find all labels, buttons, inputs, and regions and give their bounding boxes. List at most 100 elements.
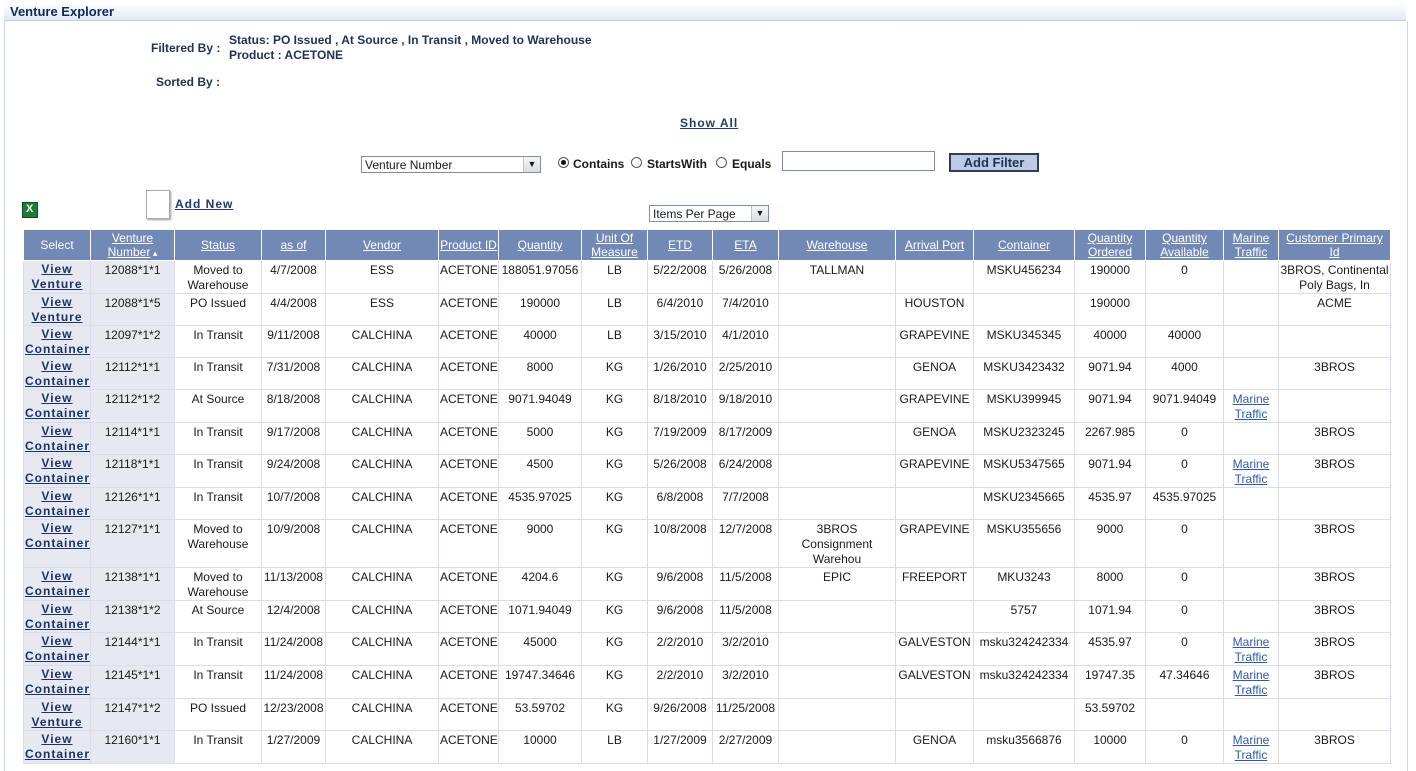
view-venture-link[interactable]: Venture — [25, 715, 89, 730]
column-header-label: as of — [280, 238, 307, 252]
venture-number-cell: 12144*1*1 — [90, 632, 175, 666]
view-container-link[interactable]: Container — [25, 374, 89, 389]
view-container-link[interactable]: Container — [25, 536, 89, 551]
quantity-available-cell: 9071.94049 — [1145, 389, 1224, 423]
view-link[interactable]: View — [25, 489, 89, 504]
view-container-link[interactable]: Container — [25, 439, 89, 454]
excel-export-icon[interactable] — [22, 202, 38, 218]
customer-primary-id-value: 3BROS — [1314, 733, 1355, 747]
view-container-link[interactable]: Container — [25, 504, 89, 519]
customer-primary-id-value: 3BROS — [1314, 570, 1355, 584]
vendor-cell: ESS — [325, 293, 439, 326]
view-container-link[interactable]: Container — [25, 406, 89, 421]
items-per-page-select[interactable]: Items Per Page ▼ — [649, 205, 769, 222]
product-id-value: ACETONE — [440, 635, 498, 649]
column-header-customer-primary-id[interactable]: Customer Primary Id — [1278, 229, 1391, 261]
column-header-warehouse[interactable]: Warehouse — [778, 229, 896, 261]
container-cell: MSKU2323245 — [973, 422, 1075, 455]
marine-traffic-cell — [1223, 357, 1279, 390]
column-header-label: Select — [40, 238, 74, 252]
column-header-as-of[interactable]: as of — [261, 229, 326, 261]
column-header-label: Customer Primary Id — [1286, 231, 1383, 259]
show-all-link[interactable]: Show All — [680, 116, 738, 130]
marine-traffic-link[interactable]: Marine Traffic — [1233, 457, 1270, 486]
marine-traffic-cell[interactable]: Marine Traffic — [1223, 389, 1279, 423]
select-cell: View Container — [23, 357, 91, 390]
marine-traffic-cell[interactable]: Marine Traffic — [1223, 730, 1279, 764]
column-header-marine-traffic[interactable]: Marine Traffic — [1223, 229, 1279, 261]
column-header-venture-number[interactable]: Venture Number ▴ — [90, 229, 175, 261]
venture-number-value: 12088*1*5 — [104, 296, 161, 310]
view-link[interactable]: View — [25, 295, 89, 310]
column-header-status[interactable]: Status — [174, 229, 262, 261]
add-new-link[interactable]: Add New — [175, 197, 233, 211]
add-filter-button[interactable]: Add Filter — [949, 153, 1039, 172]
table-row: View Container 12114*1*1 In Transit 9/17/200… — [23, 422, 1391, 455]
view-link[interactable]: View — [25, 327, 89, 342]
filter-value-input[interactable] — [782, 151, 935, 171]
view-link[interactable]: View — [25, 359, 89, 374]
view-link[interactable]: View — [25, 602, 89, 617]
marine-traffic-link[interactable]: Marine Traffic — [1233, 668, 1270, 697]
venture-number-value: 12144*1*1 — [104, 635, 161, 649]
quantity-available-cell: 0 — [1145, 600, 1224, 633]
view-link[interactable]: View — [25, 569, 89, 584]
column-header-quantity[interactable]: Quantity — [498, 229, 582, 261]
select-cell: View Container — [23, 632, 91, 666]
view-link[interactable]: View — [25, 667, 89, 682]
startswith-radio[interactable] — [631, 157, 642, 168]
quantity-ordered-value: 9071.94 — [1088, 392, 1132, 406]
column-header-unit-of-measure[interactable]: Unit Of Measure — [581, 229, 648, 261]
equals-radio[interactable] — [716, 157, 727, 168]
view-link[interactable]: View — [25, 456, 89, 471]
venture-number-cell: 12118*1*1 — [90, 454, 175, 488]
view-link[interactable]: View — [25, 424, 89, 439]
view-container-link[interactable]: Container — [25, 471, 89, 486]
warehouse-value: 3BROS Consignment Warehou — [801, 522, 873, 566]
warehouse-cell — [778, 454, 896, 488]
column-header-vendor[interactable]: Vendor — [325, 229, 439, 261]
new-document-icon[interactable] — [146, 190, 170, 219]
marine-traffic-cell[interactable]: Marine Traffic — [1223, 454, 1279, 488]
view-link[interactable]: View — [25, 700, 89, 715]
unit-of-measure-cell: KG — [581, 519, 648, 568]
column-header-label: Warehouse — [806, 238, 868, 252]
filter-field-select[interactable]: Venture Number ▼ — [361, 156, 541, 173]
arrival-port-cell: GRAPEVINE — [895, 389, 974, 423]
marine-traffic-cell[interactable]: Marine Traffic — [1223, 665, 1279, 699]
column-header-etd[interactable]: ETD — [647, 229, 713, 261]
view-venture-link[interactable]: Venture — [25, 277, 89, 292]
view-link[interactable]: View — [25, 262, 89, 277]
view-container-link[interactable]: Container — [25, 649, 89, 664]
unit-of-measure-value: LB — [607, 296, 622, 310]
view-container-link[interactable]: Container — [25, 747, 89, 762]
view-link[interactable]: View — [25, 391, 89, 406]
view-container-link[interactable]: Container — [25, 342, 89, 357]
marine-traffic-cell — [1223, 600, 1279, 633]
marine-traffic-link[interactable]: Marine Traffic — [1233, 635, 1270, 664]
view-link[interactable]: View — [25, 521, 89, 536]
view-venture-link[interactable]: Venture — [25, 310, 89, 325]
column-header-quantity-available[interactable]: Quantity Available — [1145, 229, 1224, 261]
view-link[interactable]: View — [25, 634, 89, 649]
view-container-link[interactable]: Container — [25, 617, 89, 632]
view-link[interactable]: View — [25, 732, 89, 747]
quantity-ordered-cell: 190000 — [1074, 293, 1146, 326]
eta-value: 11/25/2008 — [715, 701, 776, 715]
marine-traffic-cell[interactable]: Marine Traffic — [1223, 632, 1279, 666]
marine-traffic-link[interactable]: Marine Traffic — [1233, 392, 1270, 421]
column-header-container[interactable]: Container — [973, 229, 1075, 261]
column-header-arrival-port[interactable]: Arrival Port — [895, 229, 974, 261]
marine-traffic-link[interactable]: Marine Traffic — [1233, 733, 1270, 762]
vendor-value: CALCHINA — [351, 360, 413, 374]
quantity-cell: 4500 — [498, 454, 582, 488]
view-container-link[interactable]: Container — [25, 584, 89, 599]
column-header-eta[interactable]: ETA — [712, 229, 779, 261]
view-container-link[interactable]: Container — [25, 682, 89, 697]
venture-number-cell: 12138*1*2 — [90, 600, 175, 633]
column-header-quantity-ordered[interactable]: Quantity Ordered — [1074, 229, 1146, 261]
column-header-product-id[interactable]: Product ID — [438, 229, 499, 261]
select-cell: View Container — [23, 567, 91, 601]
contains-radio[interactable] — [558, 157, 569, 168]
arrival-port-value: GRAPEVINE — [899, 522, 970, 536]
